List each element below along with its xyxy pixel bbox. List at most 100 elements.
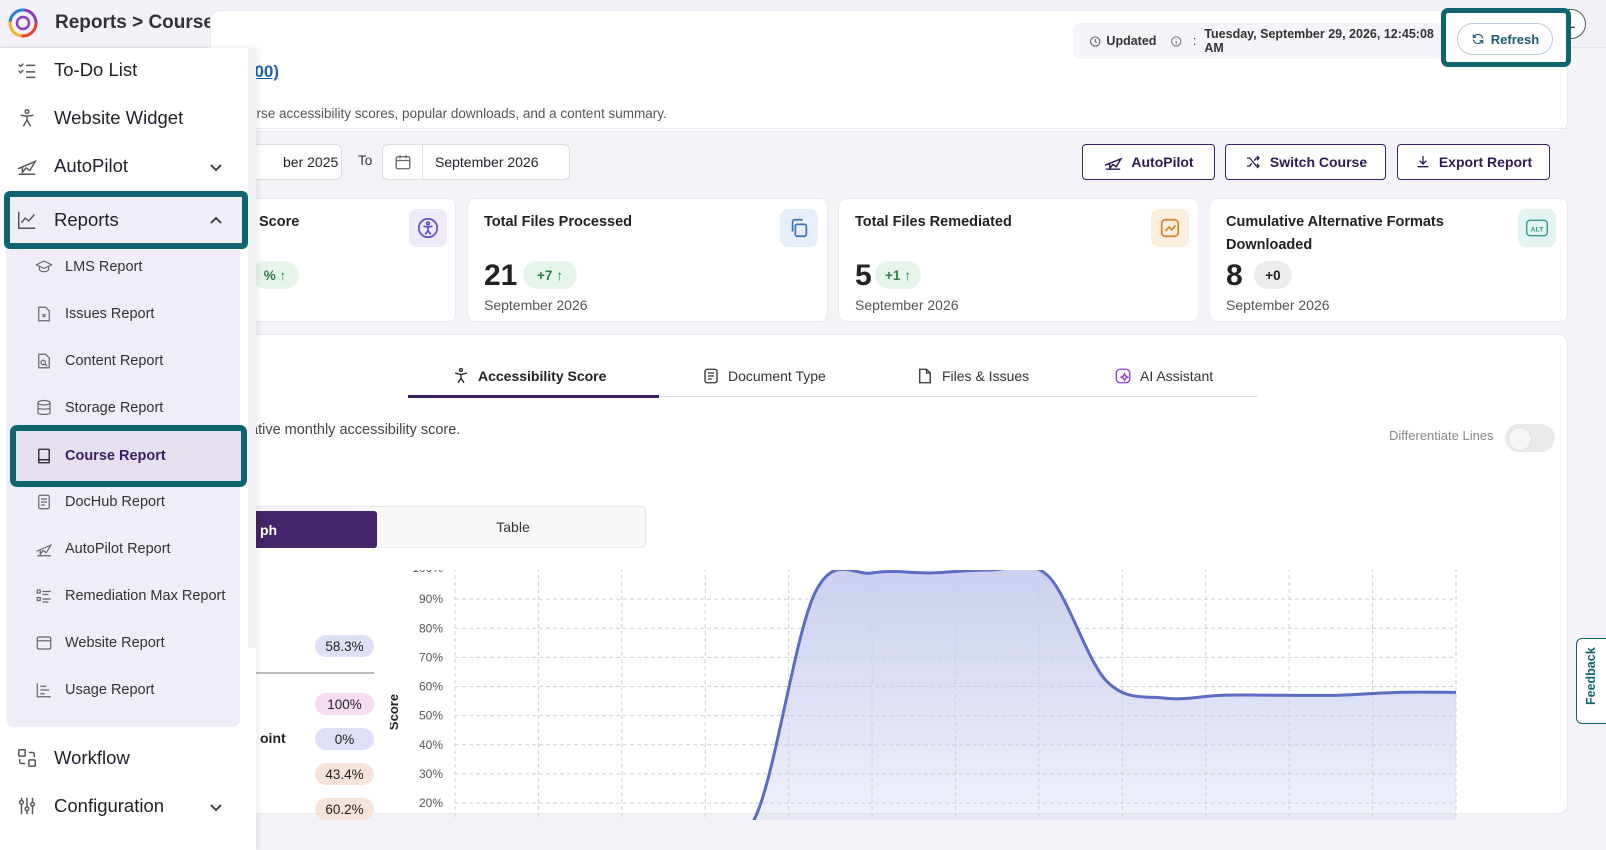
y-tick-label: 80% — [419, 621, 443, 635]
updated-label: Updated — [1106, 34, 1157, 48]
legend-value: 100% — [315, 693, 374, 715]
plane-icon — [1105, 157, 1124, 170]
export-report-label: Export Report — [1438, 154, 1533, 170]
graduation-cap-icon — [35, 260, 53, 273]
date-to-field[interactable]: September 2026 — [382, 144, 570, 180]
sidebar-subitem-autopilot-report[interactable]: AutoPilot Report — [6, 525, 240, 573]
calendar-icon[interactable] — [383, 145, 423, 179]
autopilot-button-label: AutoPilot — [1131, 154, 1194, 170]
sidebar-item-reports[interactable]: Reports — [0, 196, 242, 244]
differentiate-lines-toggle[interactable] — [1505, 424, 1555, 452]
stat-change: % ↑ — [251, 261, 299, 289]
y-axis-label: Score — [390, 694, 401, 730]
stat-period: September 2026 — [1226, 297, 1330, 313]
updated-timestamp: Updated : Tuesday, September 29, 2026, 1… — [1073, 23, 1445, 59]
stat-title: Cumulative Alternative Formats Downloade… — [1226, 214, 1444, 253]
sidebar-subitem-label: DocHub Report — [65, 494, 165, 510]
tab-accessibility-score[interactable]: Accessibility Score — [452, 355, 606, 397]
tab-files-issues[interactable]: Files & Issues — [916, 355, 1029, 397]
stat-card-remediated: Total Files Remediated 5 +1 ↑ September … — [838, 198, 1199, 322]
sidebar-subitem-label: Website Report — [65, 635, 165, 651]
graph-view-button[interactable]: ph — [250, 511, 377, 548]
tab-ai-assistant[interactable]: AI Assistant — [1114, 355, 1213, 397]
sidebar-item-todo[interactable]: To-Do List — [0, 46, 242, 94]
plane-icon — [17, 159, 38, 175]
sidebar-subitem-website-report[interactable]: Website Report — [6, 619, 240, 667]
sidebar-scrollbar[interactable] — [248, 48, 256, 648]
alt-text-icon: ALT — [1518, 209, 1556, 247]
clock-icon — [1090, 35, 1101, 47]
feedback-label: Feedback — [1584, 647, 1598, 705]
stat-change: +1 ↑ — [875, 261, 921, 289]
sidebar-item-website-widget[interactable]: Website Widget — [0, 94, 242, 142]
sidebar-subitem-course-report[interactable]: Course Report — [6, 432, 240, 480]
legend-value: 58.3% — [315, 635, 374, 657]
chart-line-icon — [18, 211, 36, 229]
document-icon — [38, 494, 50, 510]
stat-title: Total Files Remediated — [855, 214, 1012, 230]
tab-document-type[interactable]: Document Type — [702, 355, 826, 397]
ai-sparkle-icon — [1115, 368, 1131, 384]
checklist-icon — [18, 63, 36, 79]
stat-value: 21 — [484, 259, 518, 292]
accessibility-icon — [409, 209, 447, 247]
sidebar-subitem-dochub-report[interactable]: DocHub Report — [6, 478, 240, 526]
y-tick-label: 30% — [419, 767, 443, 781]
list-icon — [36, 589, 51, 603]
stat-value: 8 — [1226, 259, 1243, 292]
date-to-value: September 2026 — [435, 154, 539, 170]
y-tick-label: 50% — [419, 709, 443, 723]
refresh-button[interactable]: Refresh — [1457, 23, 1553, 55]
info-icon[interactable] — [1170, 35, 1182, 48]
differentiate-lines-label: Differentiate Lines — [1389, 428, 1494, 443]
sidebar-subitem-issues-report[interactable]: Issues Report — [6, 290, 240, 338]
switch-course-button[interactable]: Switch Course — [1225, 144, 1386, 180]
sliders-icon — [18, 797, 36, 815]
updated-value: Tuesday, September 29, 2026, 12:45:08 AM — [1204, 27, 1434, 55]
legend-divider — [250, 672, 374, 674]
copy-icon — [780, 209, 818, 247]
stat-period: September 2026 — [855, 297, 959, 313]
browser-window-icon — [36, 636, 52, 650]
book-icon — [38, 448, 50, 464]
tab-label: Accessibility Score — [478, 368, 607, 384]
sidebar-subitem-lms-report[interactable]: LMS Report — [6, 243, 240, 291]
tab-label: Document Type — [728, 368, 826, 384]
sidebar-item-label: Configuration — [54, 795, 165, 816]
sidebar-subitem-remediation-max-report[interactable]: Remediation Max Report — [6, 572, 240, 620]
export-report-button[interactable]: Export Report — [1397, 144, 1550, 180]
legend-value: 60.2% — [315, 798, 374, 820]
trend-icon — [1151, 209, 1189, 247]
tab-label: AI Assistant — [1140, 368, 1214, 384]
table-view-button[interactable]: Table — [382, 508, 644, 546]
file-search-icon — [38, 353, 50, 369]
widget-person-icon — [20, 109, 34, 127]
sidebar-subitem-usage-report[interactable]: Usage Report — [6, 666, 240, 714]
feedback-tab[interactable]: Feedback — [1576, 638, 1606, 724]
sidebar-subitem-label: Issues Report — [65, 306, 155, 322]
accessibility-icon — [454, 367, 468, 384]
chevron-down-icon — [210, 164, 222, 172]
refresh-icon — [1472, 33, 1484, 45]
sidebar-subitem-label: Course Report — [65, 448, 166, 464]
autopilot-button[interactable]: AutoPilot — [1082, 144, 1215, 180]
download-icon — [1417, 156, 1429, 168]
stat-change: +0 — [1254, 261, 1292, 289]
y-tick-label: 100% — [412, 570, 443, 575]
stat-card-alt-formats: Cumulative Alternative Formats Downloade… — [1209, 198, 1568, 322]
legend-value: 0% — [315, 728, 374, 750]
tab-label: Files & Issues — [942, 368, 1030, 384]
sidebar-item-label: AutoPilot — [54, 155, 129, 176]
svg-text:ALT: ALT — [1531, 226, 1545, 233]
file-x-icon — [38, 306, 50, 322]
y-tick-label: 40% — [419, 738, 443, 752]
date-to-label: To — [358, 153, 373, 168]
sidebar-item-workflow[interactable]: Workflow — [0, 734, 242, 782]
sidebar-subitem-content-report[interactable]: Content Report — [6, 337, 240, 385]
sidebar-item-autopilot[interactable]: AutoPilot — [0, 142, 242, 190]
sidebar-subitem-label: AutoPilot Report — [65, 541, 171, 557]
sidebar-item-configuration[interactable]: Configuration — [0, 782, 242, 830]
stat-period: September 2026 — [484, 297, 588, 313]
app-logo[interactable] — [6, 6, 40, 40]
legend-value: 43.4% — [315, 763, 374, 785]
